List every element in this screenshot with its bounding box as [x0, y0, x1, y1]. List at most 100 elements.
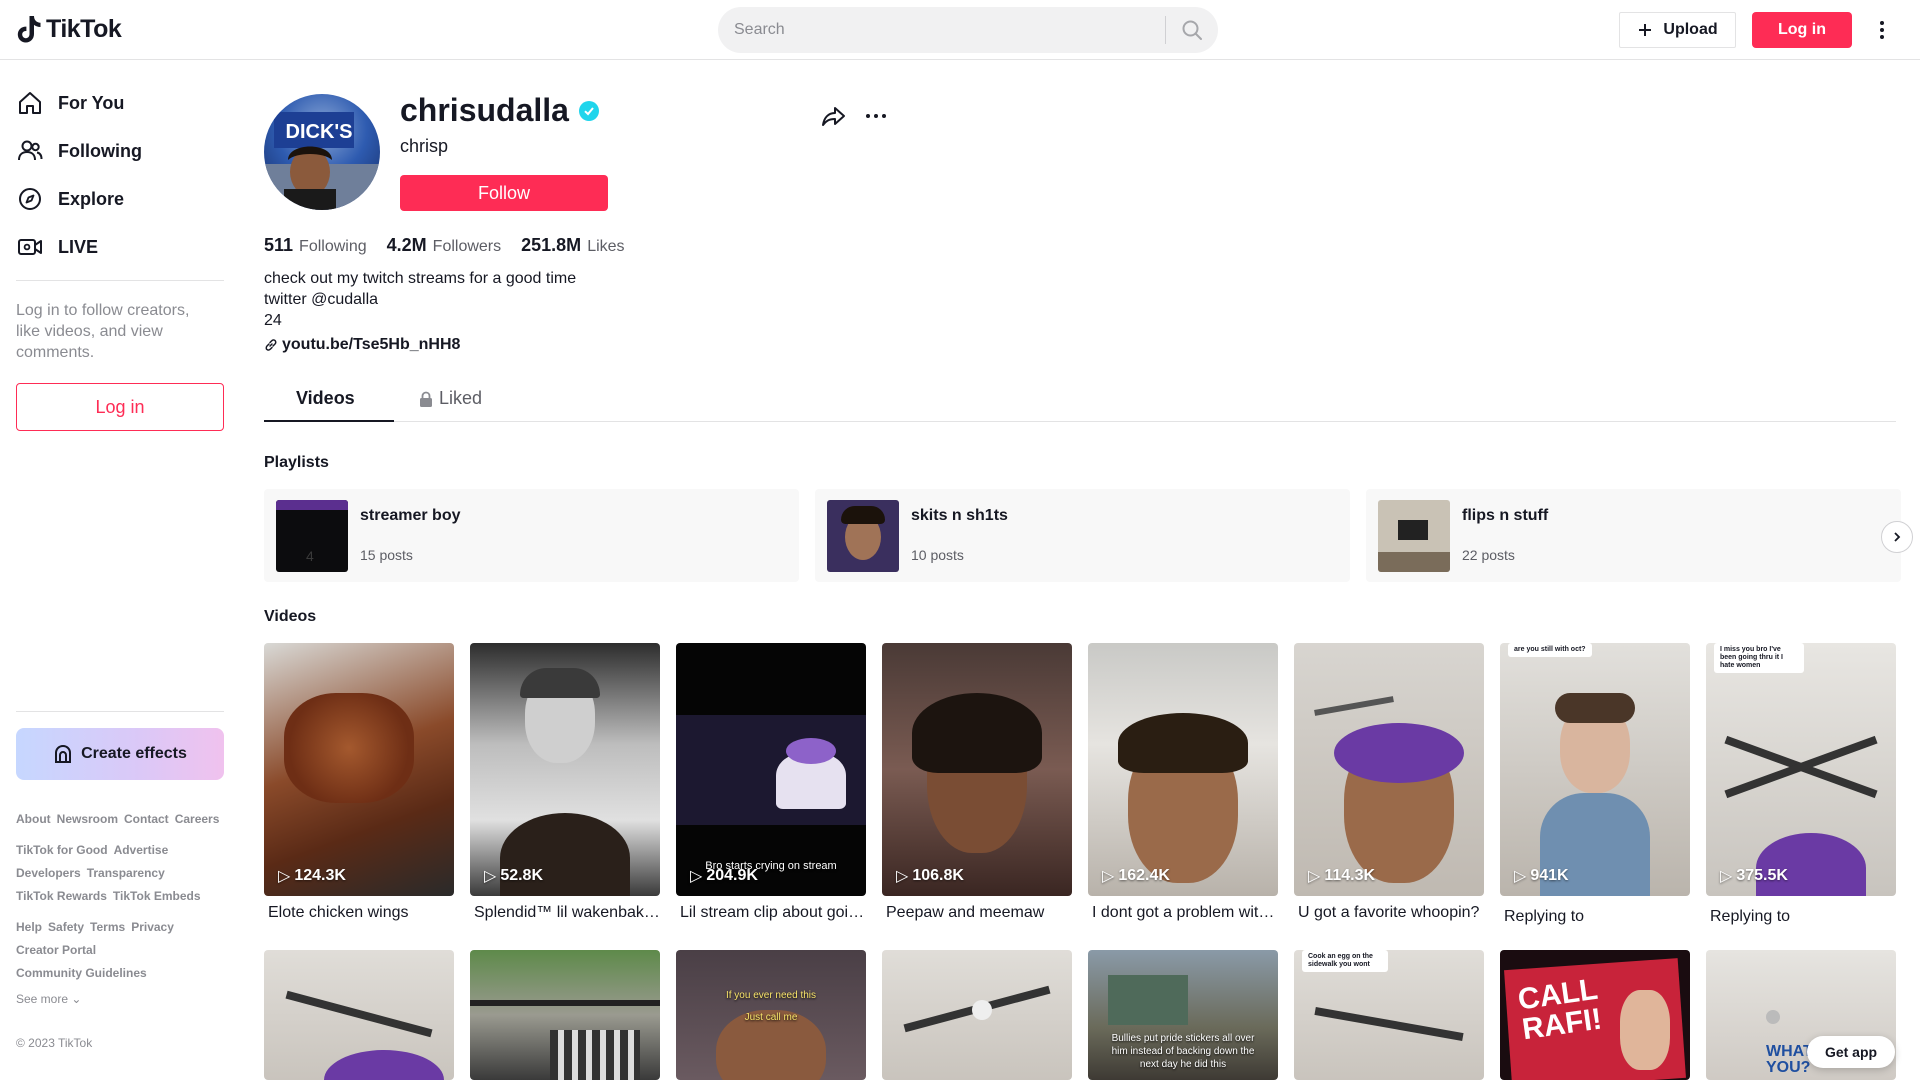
video-card[interactable]: CALL RAFI! — [1500, 950, 1690, 1080]
footer-links-row: TikTok for Good Advertise — [16, 843, 168, 857]
views-value: 941K — [1530, 867, 1569, 884]
video-thumbnail: Bro starts crying on stream ▷ 204.9K — [676, 643, 866, 896]
followers-count[interactable]: 4.2M Followers — [387, 235, 502, 256]
upload-label: Upload — [1663, 21, 1718, 38]
login-prompt-text: Log in to follow creators, like videos, … — [16, 302, 190, 361]
more-options-icon[interactable] — [862, 102, 890, 130]
nav-explore[interactable]: Explore — [16, 179, 124, 219]
tab-videos[interactable]: Videos — [296, 388, 355, 409]
search-button[interactable] — [1166, 7, 1218, 53]
lock-icon — [420, 391, 432, 407]
create-effects-button[interactable]: Create effects — [16, 728, 224, 780]
footer-link[interactable]: Privacy — [131, 920, 174, 934]
profile-nickname: chrisp — [400, 136, 449, 156]
footer-link[interactable]: Careers — [175, 812, 220, 826]
video-caption: Replying to — [1504, 908, 1585, 925]
video-overlay-text: Just call me — [744, 1012, 798, 1023]
nav-for-you[interactable]: For You — [16, 83, 124, 123]
search-input[interactable] — [718, 7, 1165, 53]
play-icon: ▷ — [896, 868, 909, 885]
view-count: ▷ 204.9K — [690, 866, 758, 886]
footer-link[interactable]: Developers — [16, 866, 81, 880]
video-overlay-text: If you ever need this — [725, 990, 817, 1001]
playlist-next-button[interactable] — [1881, 521, 1913, 553]
followers-value: 4.2M — [386, 235, 427, 255]
sidebar: For You Following Explore LIVE Log in to… — [0, 60, 240, 1080]
get-app-button[interactable]: Get app — [1807, 1036, 1895, 1068]
video-card[interactable]: If you ever need this Just call me — [676, 950, 866, 1080]
video-caption: U got a favorite whoopin? — [1298, 904, 1480, 921]
nav-live[interactable]: LIVE — [16, 227, 98, 267]
sidebar-divider — [16, 280, 224, 281]
following-count[interactable]: 511 Following — [264, 235, 367, 256]
footer-link[interactable]: Transparency — [87, 866, 165, 880]
playlists-heading: Playlists — [264, 454, 329, 471]
more-menu-icon[interactable] — [1872, 18, 1892, 42]
video-card[interactable] — [264, 950, 454, 1080]
playlist-card[interactable]: flips n stuff 22 posts — [1366, 489, 1901, 582]
video-card[interactable]: Bro starts crying on stream ▷ 204.9K Lil … — [676, 643, 866, 922]
video-card[interactable]: ▷ 124.3K Elote chicken wings — [264, 643, 454, 922]
video-thumbnail — [470, 950, 660, 1080]
footer-link[interactable]: Contact — [124, 812, 169, 826]
video-card[interactable]: Bullies put pride stickers all over him … — [1088, 950, 1278, 1080]
see-more-label: See more — [16, 992, 69, 1006]
playlist-title: streamer boy — [360, 507, 461, 524]
footer-link[interactable]: About — [16, 812, 51, 826]
play-icon: ▷ — [1102, 868, 1115, 885]
footer-links-row: Help Safety Terms Privacy — [16, 920, 174, 934]
video-card[interactable]: ▷ 114.3K U got a favorite whoopin? — [1294, 643, 1484, 922]
view-count: ▷ 124.3K — [278, 866, 346, 886]
search-icon — [1182, 20, 1202, 40]
footer-link[interactable]: Newsroom — [57, 812, 118, 826]
video-caption: Peepaw and meemaw — [886, 904, 1045, 921]
footer-link[interactable]: Terms — [90, 920, 125, 934]
tab-liked[interactable]: Liked — [419, 388, 482, 409]
video-thumbnail — [264, 950, 454, 1080]
see-more-link[interactable]: See more ⌄ — [16, 992, 81, 1006]
footer-link[interactable]: TikTok Embeds — [113, 889, 201, 903]
video-card[interactable]: ▷ 106.8K Peepaw and meemaw — [882, 643, 1072, 922]
playlist-card[interactable]: skits n sh1ts 10 posts — [815, 489, 1350, 582]
video-thumbnail: ▷ 124.3K — [264, 643, 454, 896]
tiktok-logo[interactable]: TikTok — [16, 14, 122, 44]
share-icon[interactable] — [820, 102, 848, 130]
footer-links-row: Community Guidelines — [16, 966, 147, 980]
video-card[interactable]: I miss you bro I've been going thru it I… — [1706, 643, 1896, 926]
video-card[interactable]: ▷52.8K Splendid™ lil wakenbake sesh — [470, 643, 660, 922]
effects-icon — [55, 744, 72, 763]
footer-link[interactable]: Advertise — [114, 843, 169, 857]
footer-link[interactable]: TikTok for Good — [16, 843, 108, 857]
video-overlay-text: Bullies put pride stickers all over him … — [1111, 1033, 1255, 1070]
sidebar-login-button[interactable]: Log in — [16, 383, 224, 431]
video-thumbnail: ▷ 52.8K — [470, 643, 660, 896]
play-icon: ▷ — [1308, 868, 1321, 885]
reply-comment-bubble: are you still with oct? — [1508, 643, 1592, 657]
follow-button[interactable]: Follow — [400, 175, 608, 211]
link-text: youtu.be/Tse5Hb_nHH8 — [282, 336, 461, 353]
nav-following[interactable]: Following — [16, 131, 142, 171]
footer-link[interactable]: Creator Portal — [16, 943, 96, 957]
video-card[interactable]: ▷ 162.4K I dont got a problem with it — [1088, 643, 1278, 922]
footer-link[interactable]: Safety — [48, 920, 84, 934]
footer-links-row: Developers Transparency — [16, 866, 165, 880]
playlist-card[interactable]: 4 streamer boy 15 posts — [264, 489, 799, 582]
footer-link[interactable]: TikTok Rewards — [16, 889, 107, 903]
logo-text: TikTok — [46, 14, 122, 43]
video-card[interactable] — [882, 950, 1072, 1080]
video-card[interactable] — [470, 950, 660, 1080]
footer-link[interactable]: Help — [16, 920, 42, 934]
views-value: 204.9K — [706, 867, 758, 884]
header-login-button[interactable]: Log in — [1752, 12, 1852, 48]
profile-link[interactable]: youtu.be/Tse5Hb_nHH8 — [264, 336, 460, 354]
tab-label: Videos — [296, 388, 355, 408]
video-card[interactable]: are you still with oct? ▷ 941K Replying t… — [1500, 643, 1690, 926]
upload-button[interactable]: Upload — [1619, 12, 1736, 48]
footer-link[interactable]: Community Guidelines — [16, 966, 147, 980]
views-value: 106.8K — [912, 867, 964, 884]
video-card[interactable]: Cook an egg on the sidewalk you wont — [1294, 950, 1484, 1080]
profile-tabs: Videos Liked — [264, 378, 1896, 422]
playlist-count: 10 posts — [911, 547, 964, 563]
nav-label: Explore — [58, 188, 125, 209]
compass-icon — [16, 185, 44, 213]
